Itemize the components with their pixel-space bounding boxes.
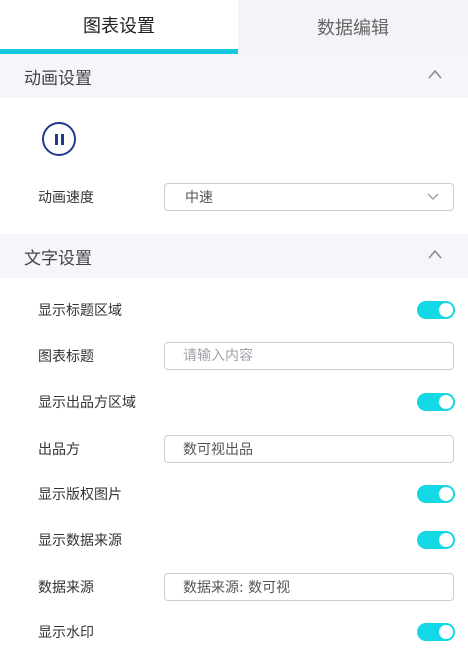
animation-speed-label: 动画速度 xyxy=(38,190,94,206)
show-data-source-label: 显示数据来源 xyxy=(38,533,122,549)
chevron-up-icon[interactable] xyxy=(428,69,442,83)
chart-title-label: 图表标题 xyxy=(38,349,94,365)
animation-speed-select[interactable]: 中速 xyxy=(164,183,454,211)
chart-title-row: 图表标题 xyxy=(0,342,468,370)
show-watermark-row: 显示水印 xyxy=(0,618,468,646)
show-watermark-label: 显示水印 xyxy=(38,625,94,641)
show-watermark-toggle[interactable] xyxy=(417,623,455,641)
show-title-area-label: 显示标题区域 xyxy=(38,303,122,319)
tab-data-edit[interactable]: 数据编辑 xyxy=(238,0,468,54)
data-source-row: 数据来源 xyxy=(0,573,468,601)
data-source-input[interactable] xyxy=(164,573,454,601)
animation-settings-header[interactable]: 动画设置 xyxy=(0,54,468,98)
animation-speed-row: 动画速度 中速 xyxy=(0,183,468,211)
show-producer-area-label: 显示出品方区域 xyxy=(38,395,136,411)
animation-settings-title: 动画设置 xyxy=(24,68,92,89)
show-copyright-image-row: 显示版权图片 xyxy=(0,480,468,508)
tab-bar: 图表设置 数据编辑 xyxy=(0,0,468,54)
tab-chart-settings[interactable]: 图表设置 xyxy=(0,0,238,54)
show-copyright-image-label: 显示版权图片 xyxy=(38,487,122,503)
show-producer-area-row: 显示出品方区域 xyxy=(0,388,468,416)
producer-input[interactable] xyxy=(164,435,454,463)
text-settings-title: 文字设置 xyxy=(24,248,92,269)
show-copyright-image-toggle[interactable] xyxy=(417,485,455,503)
show-data-source-toggle[interactable] xyxy=(417,531,455,549)
producer-row: 出品方 xyxy=(0,435,468,463)
text-settings-header[interactable]: 文字设置 xyxy=(0,234,468,278)
show-title-area-row: 显示标题区域 xyxy=(0,296,468,324)
data-source-label: 数据来源 xyxy=(38,580,94,596)
show-producer-area-toggle[interactable] xyxy=(417,393,455,411)
chevron-down-icon xyxy=(427,193,439,200)
chevron-up-icon[interactable] xyxy=(428,249,442,263)
show-data-source-row: 显示数据来源 xyxy=(0,526,468,554)
show-title-area-toggle[interactable] xyxy=(417,301,455,319)
producer-label: 出品方 xyxy=(38,442,80,458)
animation-speed-value: 中速 xyxy=(185,190,213,206)
chart-title-input[interactable] xyxy=(164,342,454,370)
pause-icon[interactable] xyxy=(42,122,76,156)
